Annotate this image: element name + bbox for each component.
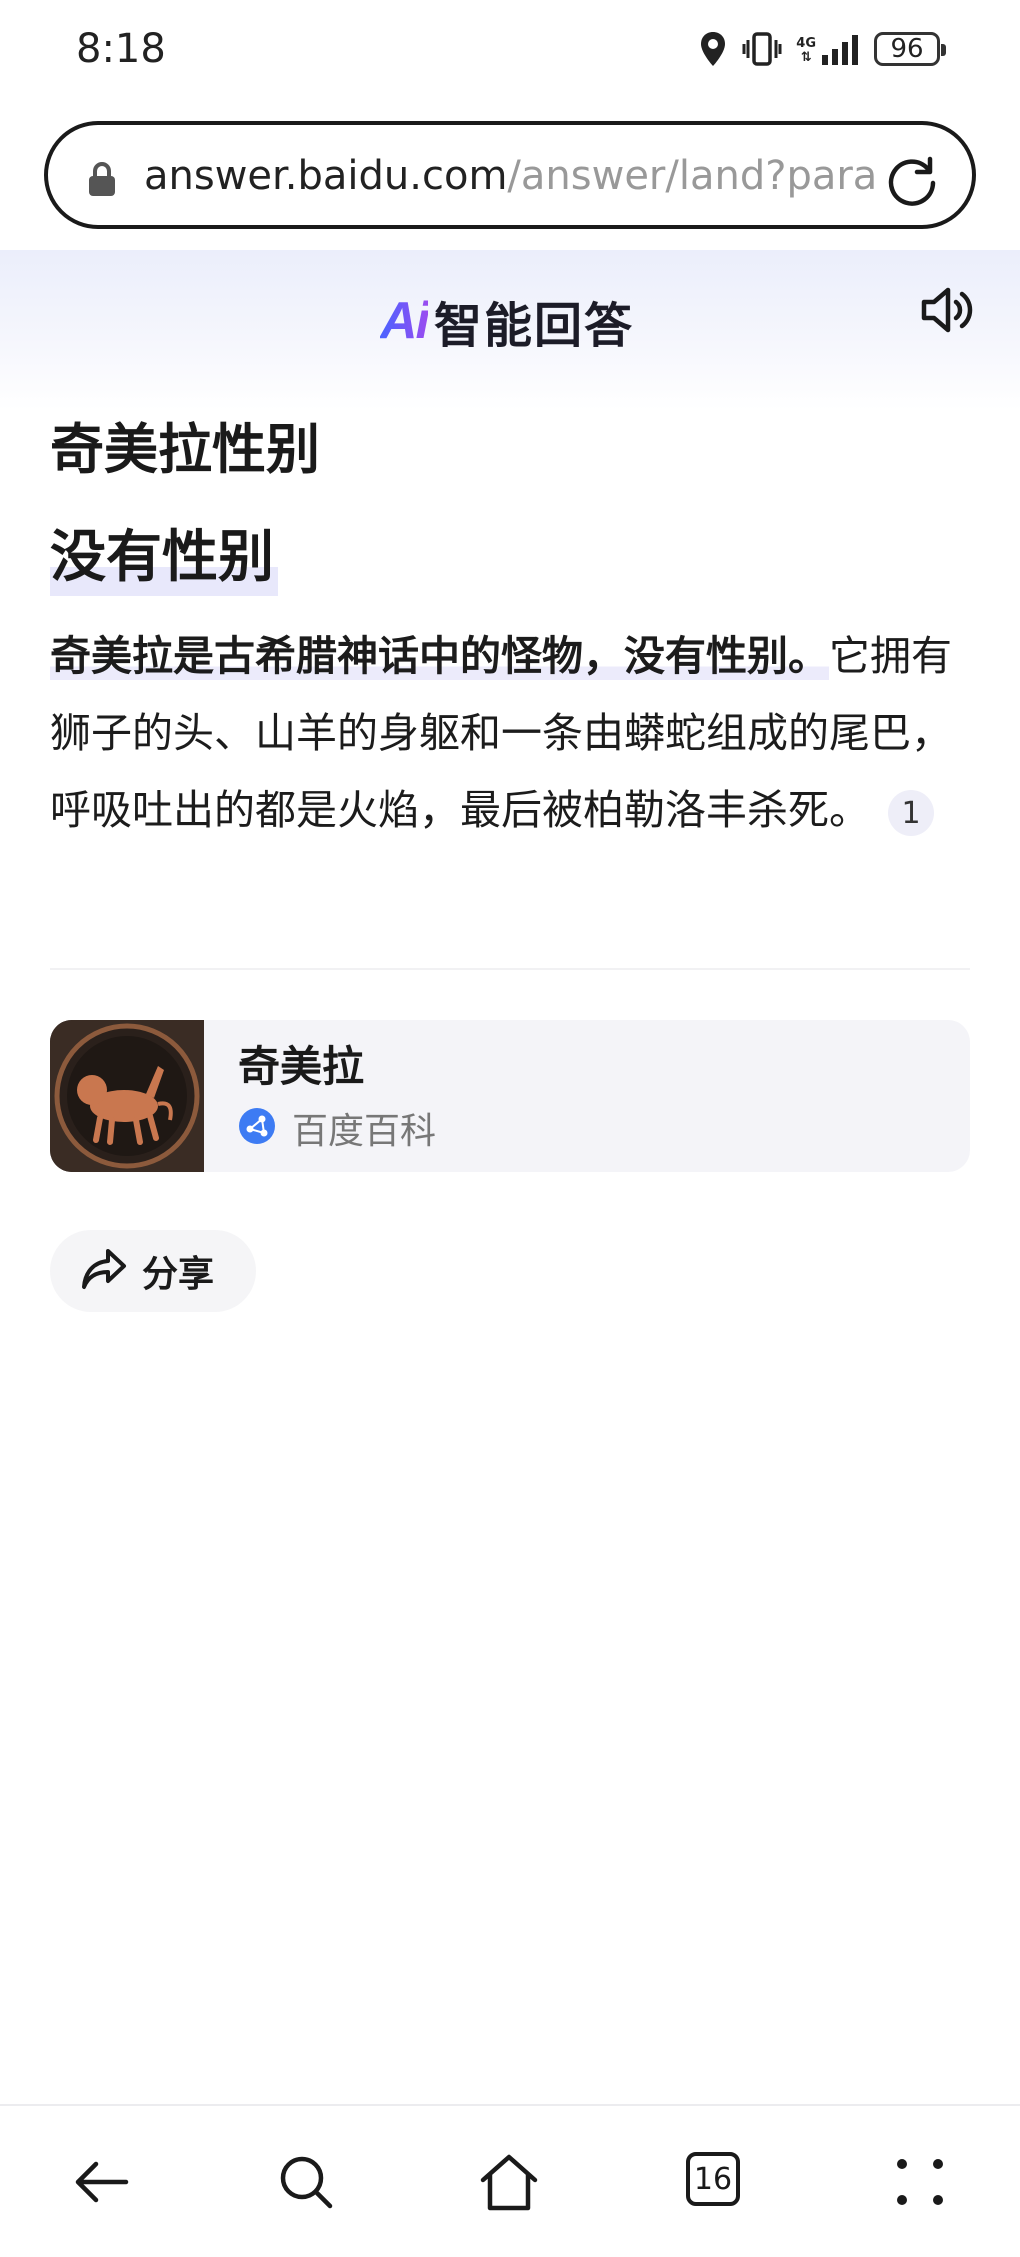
lock-icon bbox=[86, 161, 118, 201]
search-icon[interactable] bbox=[276, 2152, 336, 2216]
bottom-nav: 16 bbox=[0, 2104, 1020, 2257]
source-text: 奇美拉 百度百科 bbox=[204, 1020, 436, 1172]
url-host: answer.baidu.com bbox=[144, 153, 508, 199]
home-icon[interactable] bbox=[478, 2152, 540, 2216]
source-site: 百度百科 bbox=[238, 1102, 436, 1154]
battery-icon: 96 bbox=[874, 32, 946, 66]
url-bar[interactable]: answer.baidu.com/answer/land?para bbox=[44, 121, 976, 229]
share-button[interactable]: 分享 bbox=[50, 1230, 256, 1312]
menu-dots-icon[interactable] bbox=[890, 2152, 950, 2216]
source-title: 奇美拉 bbox=[238, 1042, 365, 1091]
signal-icon: 4G ⇅ bbox=[796, 33, 860, 65]
share-label: 分享 bbox=[142, 1254, 215, 1295]
url-path: /answer/land?para bbox=[507, 153, 878, 199]
speaker-icon[interactable] bbox=[916, 280, 976, 344]
source-card[interactable]: 奇美拉 百度百科 bbox=[50, 1020, 970, 1172]
source-thumbnail bbox=[50, 1020, 204, 1172]
citation-badge[interactable]: 1 bbox=[888, 790, 934, 836]
status-bar: 8:18 4G ⇅ 96 bbox=[0, 0, 1020, 100]
answer-content: 奇美拉性别 没有性别 奇美拉是古希腊神话中的怪物，没有性别。它拥有狮子的头、山羊… bbox=[50, 410, 970, 1312]
ai-answer-logo: Ai 智能回答 bbox=[380, 286, 634, 356]
baike-logo-icon bbox=[238, 1107, 276, 1149]
network-type-label: 4G bbox=[796, 36, 816, 51]
location-icon bbox=[698, 30, 728, 68]
url-text[interactable]: answer.baidu.com/answer/land?para bbox=[144, 151, 894, 201]
back-arrow-icon[interactable] bbox=[72, 2152, 132, 2216]
battery-level: 96 bbox=[890, 34, 924, 64]
tab-count: 16 bbox=[686, 2152, 740, 2206]
divider bbox=[50, 968, 970, 970]
source-site-name: 百度百科 bbox=[292, 1111, 437, 1152]
share-icon bbox=[80, 1247, 128, 1295]
answer-summary: 奇美拉是古希腊神话中的怪物，没有性别。 bbox=[50, 632, 829, 680]
brand-name: 智能回答 bbox=[434, 298, 635, 354]
tabs-icon[interactable]: 16 bbox=[686, 2152, 740, 2206]
question-title: 奇美拉性别 bbox=[50, 418, 320, 481]
answer-title: 没有性别 bbox=[50, 520, 278, 596]
reload-icon[interactable] bbox=[884, 153, 940, 213]
answer-body: 奇美拉是古希腊神话中的怪物，没有性别。它拥有狮子的头、山羊的身躯和一条由蟒蛇组成… bbox=[50, 618, 970, 849]
ai-answer-header: Ai 智能回答 bbox=[0, 250, 1020, 410]
data-arrows: ⇅ bbox=[800, 50, 812, 65]
status-time: 8:18 bbox=[76, 26, 166, 72]
status-icons: 4G ⇅ 96 bbox=[698, 24, 946, 74]
vibrate-icon bbox=[742, 31, 782, 67]
brand-ai-mark: Ai bbox=[380, 292, 430, 350]
